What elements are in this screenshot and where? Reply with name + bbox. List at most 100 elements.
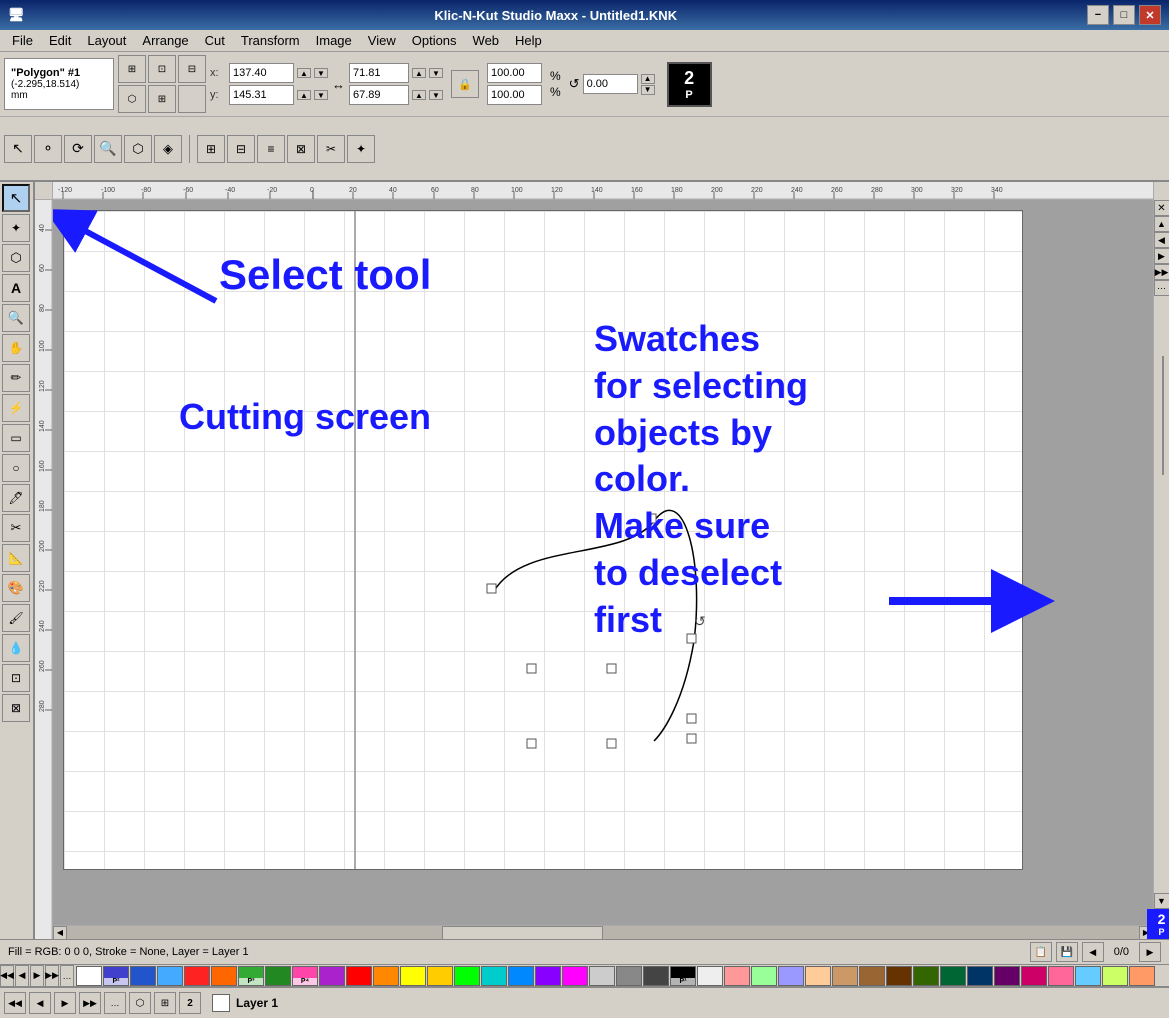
swatch-28[interactable] bbox=[832, 966, 858, 986]
swatch-22[interactable]: P¹ bbox=[670, 966, 696, 986]
swatch-3[interactable] bbox=[157, 966, 183, 986]
rect-btn[interactable]: ▭ bbox=[2, 424, 30, 452]
align-btn[interactable]: ⊟ bbox=[227, 135, 255, 163]
menu-file[interactable]: File bbox=[4, 31, 41, 50]
node-edit-btn[interactable]: ✦ bbox=[2, 214, 30, 242]
swatch-31[interactable] bbox=[913, 966, 939, 986]
close-button[interactable]: ✕ bbox=[1139, 5, 1161, 25]
swatch-19[interactable] bbox=[589, 966, 615, 986]
swatch-29[interactable] bbox=[859, 966, 885, 986]
nav-first-btn[interactable]: ◀◀ bbox=[4, 992, 26, 1014]
swatch-0[interactable] bbox=[76, 966, 102, 986]
zoom-tool-btn[interactable]: 🔍 bbox=[2, 304, 30, 332]
menu-web[interactable]: Web bbox=[465, 31, 508, 50]
v-scroll-end[interactable]: ▶▶ bbox=[1154, 264, 1169, 280]
nav-tool1[interactable]: ⬡ bbox=[129, 992, 151, 1014]
transform-btn5[interactable]: ⊞ bbox=[148, 85, 176, 113]
shape-btn[interactable]: ⬡ bbox=[2, 244, 30, 272]
w-up-btn[interactable]: ▲ bbox=[412, 68, 426, 78]
swatch-1[interactable]: P² bbox=[103, 966, 129, 986]
transform-btn1[interactable]: ⊞ bbox=[118, 55, 146, 83]
bucket-btn[interactable]: 🖌 bbox=[2, 604, 30, 632]
x-up-btn[interactable]: ▲ bbox=[297, 68, 311, 78]
swatch-36[interactable] bbox=[1048, 966, 1074, 986]
nav-prev-btn[interactable]: ◀ bbox=[29, 992, 51, 1014]
menu-layout[interactable]: Layout bbox=[79, 31, 134, 50]
draw-btn[interactable]: ✏ bbox=[2, 364, 30, 392]
menu-arrange[interactable]: Arrange bbox=[134, 31, 196, 50]
pan-btn[interactable]: ✋ bbox=[2, 334, 30, 362]
ellipse-btn[interactable]: ○ bbox=[2, 454, 30, 482]
swatch-35[interactable] bbox=[1021, 966, 1047, 986]
h-scrollthumb[interactable] bbox=[442, 926, 603, 940]
pct2-input[interactable] bbox=[487, 85, 542, 105]
swatch-10[interactable] bbox=[346, 966, 372, 986]
fill-btn[interactable]: 🎨 bbox=[2, 574, 30, 602]
swatch-14[interactable] bbox=[454, 966, 480, 986]
pen-btn[interactable]: 🖊 bbox=[2, 484, 30, 512]
pct1-input[interactable] bbox=[487, 63, 542, 83]
swatch-23[interactable] bbox=[697, 966, 723, 986]
bezier-btn[interactable]: ⚡ bbox=[2, 394, 30, 422]
h-scroll-left[interactable]: ◀ bbox=[53, 926, 67, 940]
transform-btn2[interactable]: ⊡ bbox=[148, 55, 176, 83]
crop-btn[interactable]: ⊡ bbox=[2, 664, 30, 692]
y-up-btn[interactable]: ▲ bbox=[297, 90, 311, 100]
nav-tool2[interactable]: ⊞ bbox=[154, 992, 176, 1014]
measure-btn[interactable]: 📐 bbox=[2, 544, 30, 572]
select-tool-btn[interactable]: ↖ bbox=[2, 184, 30, 212]
swatch-34[interactable] bbox=[994, 966, 1020, 986]
dist-btn[interactable]: ≡ bbox=[257, 135, 285, 163]
swatch-30[interactable] bbox=[886, 966, 912, 986]
menu-cut[interactable]: Cut bbox=[197, 31, 233, 50]
menu-transform[interactable]: Transform bbox=[233, 31, 308, 50]
swatch-15[interactable] bbox=[481, 966, 507, 986]
minimize-button[interactable]: − bbox=[1087, 5, 1109, 25]
swatch-nav-last[interactable]: ▶▶ bbox=[45, 965, 59, 987]
v-scroll-more[interactable]: ⋯ bbox=[1154, 280, 1169, 296]
text-btn[interactable]: A bbox=[2, 274, 30, 302]
rot-up-btn[interactable]: ▲ bbox=[641, 74, 655, 84]
h-up-btn[interactable]: ▲ bbox=[412, 90, 426, 100]
canvas-close-btn[interactable]: ✕ bbox=[1154, 200, 1169, 216]
width-input[interactable] bbox=[349, 63, 409, 83]
transform-btn4[interactable]: ⬡ bbox=[118, 85, 146, 113]
rot-down-btn[interactable]: ▼ bbox=[641, 85, 655, 95]
status-prev-page[interactable]: ◀ bbox=[1082, 942, 1104, 962]
x-input[interactable] bbox=[229, 63, 294, 83]
swatch-9[interactable] bbox=[319, 966, 345, 986]
swatch-2[interactable] bbox=[130, 966, 156, 986]
swatch-5[interactable] bbox=[211, 966, 237, 986]
arrow-tool-btn[interactable]: ↖ bbox=[4, 135, 32, 163]
swatch-16[interactable] bbox=[508, 966, 534, 986]
swatch-37[interactable] bbox=[1075, 966, 1101, 986]
swatch-7[interactable] bbox=[265, 966, 291, 986]
transform-btn3[interactable]: ⊟ bbox=[178, 55, 206, 83]
nav-more-btn[interactable]: … bbox=[104, 992, 126, 1014]
nav-last-btn[interactable]: ▶▶ bbox=[79, 992, 101, 1014]
zoom-btn[interactable]: 🔍 bbox=[94, 135, 122, 163]
swatch-nav-prev[interactable]: ◀ bbox=[15, 965, 29, 987]
swatch-25[interactable] bbox=[751, 966, 777, 986]
swatch-18[interactable] bbox=[562, 966, 588, 986]
swatch-26[interactable] bbox=[778, 966, 804, 986]
rotate-tool-btn[interactable]: ⟳ bbox=[64, 135, 92, 163]
v-scroll-up2[interactable]: ◀ bbox=[1154, 232, 1169, 248]
menu-help[interactable]: Help bbox=[507, 31, 550, 50]
w-down-btn[interactable]: ▼ bbox=[429, 68, 443, 78]
x-down-btn[interactable]: ▼ bbox=[314, 68, 328, 78]
mirror-btn[interactable]: ⬡ bbox=[124, 135, 152, 163]
canvas-scroll-area[interactable]: ↺ Select tool Cutting screen Swatches fo… bbox=[53, 200, 1153, 939]
menu-view[interactable]: View bbox=[360, 31, 404, 50]
swatch-nav-more[interactable]: … bbox=[60, 965, 74, 987]
swatch-4[interactable] bbox=[184, 966, 210, 986]
status-btn2[interactable]: 💾 bbox=[1056, 942, 1078, 962]
v-scroll-down[interactable]: ▼ bbox=[1154, 893, 1169, 909]
swatch-nav-first[interactable]: ◀◀ bbox=[0, 965, 14, 987]
status-btn1[interactable]: 📋 bbox=[1030, 942, 1052, 962]
transform-btn6[interactable] bbox=[178, 85, 206, 113]
swatch-21[interactable] bbox=[643, 966, 669, 986]
swatch-12[interactable] bbox=[400, 966, 426, 986]
rotation-input[interactable] bbox=[583, 74, 638, 94]
swatch-24[interactable] bbox=[724, 966, 750, 986]
